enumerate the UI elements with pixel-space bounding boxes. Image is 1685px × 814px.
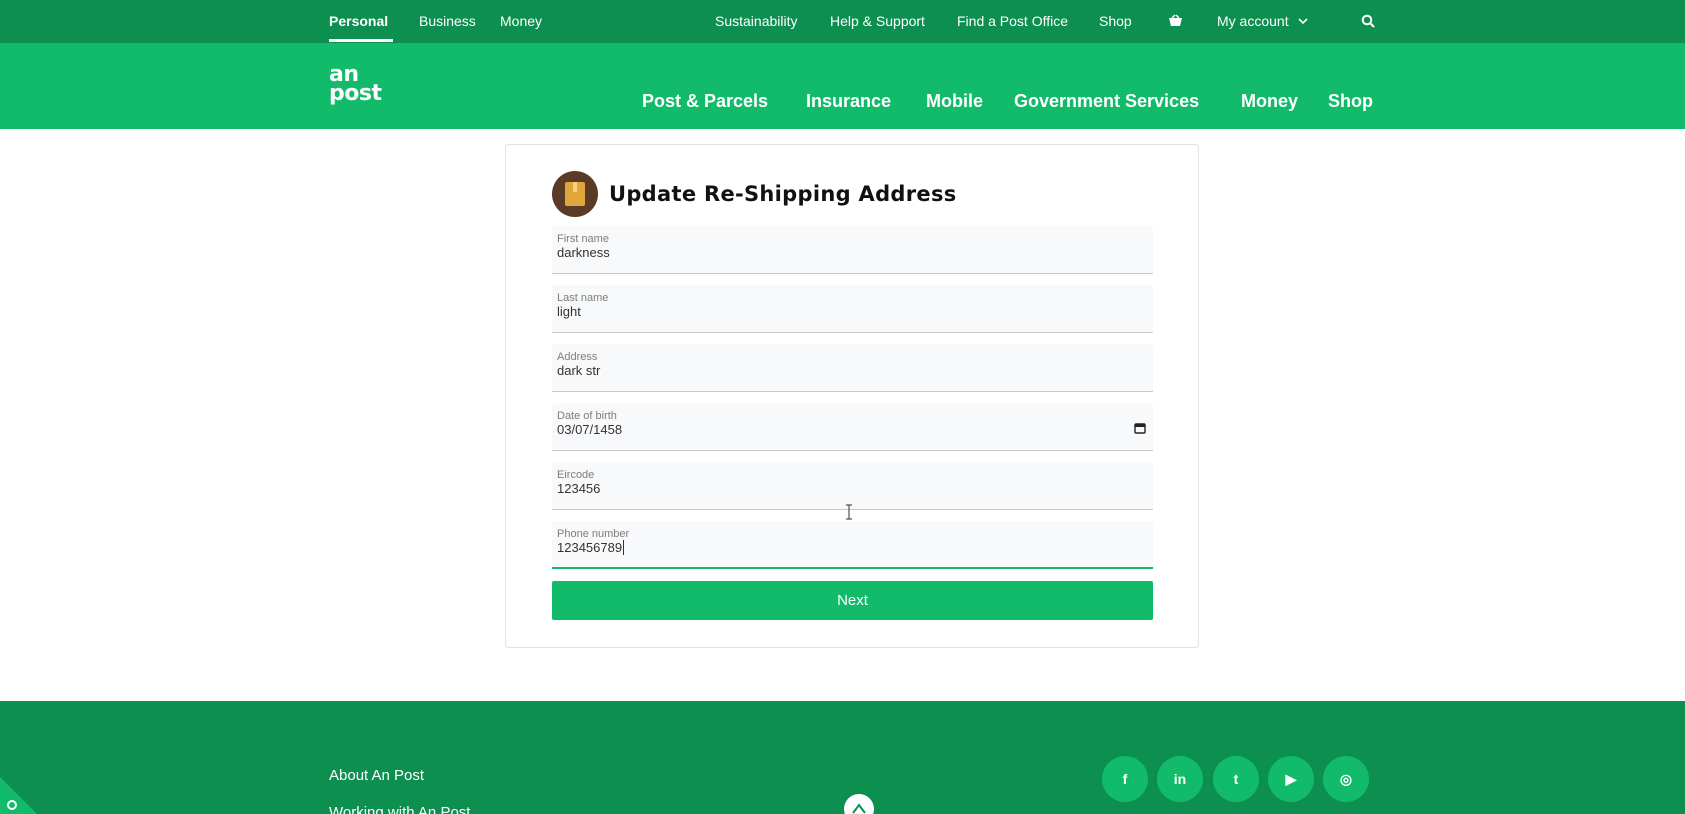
link-shop[interactable]: Shop — [1099, 13, 1132, 29]
link-find-post-office[interactable]: Find a Post Office — [957, 13, 1068, 29]
an-post-logo[interactable]: an post — [329, 64, 399, 109]
my-account-label: My account — [1217, 13, 1289, 29]
main-header: an post Post & Parcels Insurance Mobile … — [0, 43, 1685, 129]
my-account-menu[interactable]: My account — [1217, 13, 1309, 29]
date-of-birth-value[interactable]: 03/07/1458 — [557, 422, 622, 437]
basket-icon[interactable] — [1168, 14, 1183, 27]
footer-link-about[interactable]: About An Post — [329, 767, 424, 784]
nav-government-services[interactable]: Government Services — [1014, 91, 1199, 112]
calendar-icon[interactable] — [1134, 421, 1146, 434]
text-cursor-icon — [846, 504, 852, 520]
logo-line-2: post — [329, 81, 382, 106]
form-title: Update Re-Shipping Address — [609, 182, 957, 206]
eircode-value[interactable]: 123456 — [557, 481, 600, 496]
nav-insurance[interactable]: Insurance — [806, 91, 891, 112]
back-to-top-icon[interactable] — [844, 794, 874, 814]
nav-shop[interactable]: Shop — [1328, 91, 1373, 112]
footer: About An Post Working with An Post f in … — [0, 701, 1685, 814]
reshipping-form-card: Update Re-Shipping Address First name da… — [505, 144, 1199, 648]
instagram-icon[interactable]: ◎ — [1323, 756, 1369, 802]
top-utility-bar: Personal Business Money Sustainability H… — [0, 0, 1685, 43]
segment-business[interactable]: Business — [419, 13, 476, 29]
first-name-field[interactable]: First name darkness — [552, 226, 1153, 274]
footer-link-working-with[interactable]: Working with An Post — [329, 804, 470, 814]
twitter-icon[interactable]: t — [1213, 756, 1259, 802]
link-sustainability[interactable]: Sustainability — [715, 13, 798, 29]
first-name-value[interactable]: darkness — [557, 245, 610, 260]
date-of-birth-field[interactable]: Date of birth 03/07/1458 — [552, 403, 1153, 451]
youtube-icon[interactable]: ▶ — [1268, 756, 1314, 802]
search-icon[interactable] — [1361, 14, 1375, 28]
segment-personal[interactable]: Personal — [329, 13, 388, 29]
segment-money[interactable]: Money — [500, 13, 542, 29]
date-of-birth-label: Date of birth — [557, 410, 617, 422]
first-name-label: First name — [557, 233, 609, 245]
last-name-value[interactable]: light — [557, 304, 581, 319]
last-name-field[interactable]: Last name light — [552, 285, 1153, 333]
eircode-field[interactable]: Eircode 123456 — [552, 462, 1153, 510]
chevron-down-icon — [1298, 18, 1309, 25]
address-value[interactable]: dark str — [557, 363, 600, 378]
address-label: Address — [557, 351, 598, 363]
phone-number-label: Phone number — [557, 528, 630, 540]
facebook-icon[interactable]: f — [1102, 756, 1148, 802]
text-caret — [623, 540, 625, 555]
nav-money[interactable]: Money — [1241, 91, 1298, 112]
eircode-label: Eircode — [557, 469, 595, 481]
parcel-icon — [552, 171, 598, 217]
linkedin-icon[interactable]: in — [1157, 756, 1203, 802]
settings-icon[interactable] — [0, 777, 40, 814]
last-name-label: Last name — [557, 292, 609, 304]
phone-number-value: 123456789 — [557, 540, 623, 555]
phone-number-input[interactable]: 123456789 — [557, 540, 625, 555]
address-field[interactable]: Address dark str — [552, 344, 1153, 392]
link-help-support[interactable]: Help & Support — [830, 13, 925, 29]
nav-mobile[interactable]: Mobile — [926, 91, 983, 112]
nav-post-parcels[interactable]: Post & Parcels — [642, 91, 768, 112]
phone-number-field[interactable]: Phone number 123456789 — [552, 521, 1153, 569]
next-button[interactable]: Next — [552, 581, 1153, 620]
active-segment-indicator — [329, 39, 393, 42]
page: Personal Business Money Sustainability H… — [0, 0, 1685, 814]
